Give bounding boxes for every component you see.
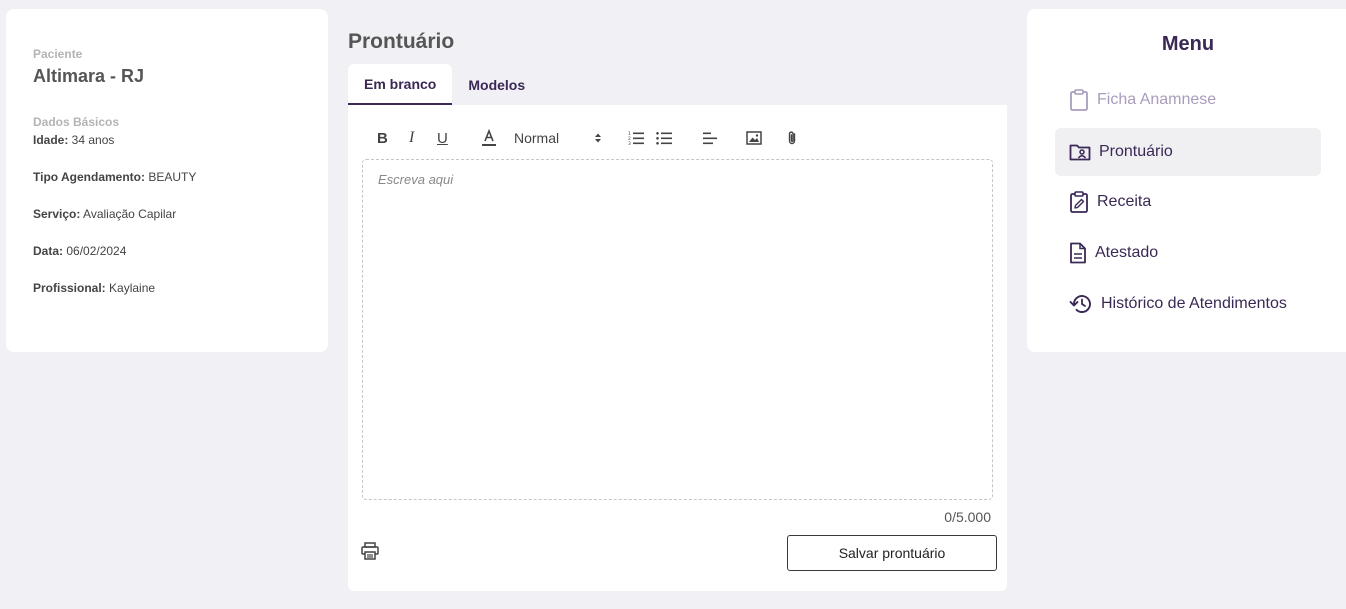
select-arrows-icon xyxy=(595,133,601,143)
tab-modelos[interactable]: Modelos xyxy=(452,64,541,105)
menu-item-prontuario[interactable]: Prontuário xyxy=(1055,128,1321,176)
folder-user-icon xyxy=(1069,144,1091,161)
editor-toolbar: B I U Normal 1 2 3 xyxy=(372,126,993,150)
print-icon[interactable] xyxy=(360,541,380,566)
patient-label: Paciente xyxy=(33,47,83,61)
clipboard-edit-icon xyxy=(1070,191,1088,213)
ordered-list-icon[interactable]: 1 2 3 xyxy=(628,126,644,150)
menu-item-label: Receita xyxy=(1097,193,1152,210)
basic-data-label: Dados Básicos xyxy=(33,115,120,129)
document-icon xyxy=(1070,242,1086,264)
info-professional: Profissional: Kaylaine xyxy=(33,281,156,295)
tabs: Em branco Modelos xyxy=(348,64,541,105)
underline-button[interactable]: U xyxy=(437,126,448,150)
bold-button[interactable]: B xyxy=(377,126,388,150)
svg-text:3: 3 xyxy=(628,141,631,145)
patient-card: Paciente Altimara - RJ Dados Básicos Ida… xyxy=(6,9,328,352)
clipboard-icon xyxy=(1070,89,1088,111)
editor-placeholder: Escreva aqui xyxy=(378,172,454,187)
menu-item-label: Ficha Anamnese xyxy=(1097,91,1217,108)
info-date: Data: 06/02/2024 xyxy=(33,244,127,258)
char-counter: 0/5.000 xyxy=(944,509,991,525)
menu-card: Menu Ficha Anamnese Prontuário Receita A… xyxy=(1027,9,1346,352)
patient-name: Altimara - RJ xyxy=(33,66,145,86)
info-appointment-type: Tipo Agendamento: BEAUTY xyxy=(33,170,197,184)
menu-item-atestado[interactable]: Atestado xyxy=(1055,229,1321,277)
bullet-list-icon[interactable] xyxy=(656,126,672,150)
info-age: Idade: 34 anos xyxy=(33,133,115,147)
menu-item-label: Atestado xyxy=(1095,244,1159,261)
font-size-value: Normal xyxy=(514,130,560,146)
history-icon xyxy=(1069,295,1091,313)
menu-item-historico[interactable]: Histórico de Atendimentos xyxy=(1055,280,1321,328)
menu-item-receita[interactable]: Receita xyxy=(1055,178,1321,226)
font-size-select[interactable]: Normal xyxy=(514,126,602,150)
editor-panel: B I U Normal 1 2 3 Escreva aqui 0/5.000 … xyxy=(348,105,1007,591)
tab-em-branco[interactable]: Em branco xyxy=(348,64,453,105)
align-left-icon[interactable] xyxy=(702,126,718,150)
attach-icon[interactable] xyxy=(786,126,798,150)
info-service: Serviço: Avaliação Capilar xyxy=(33,207,177,221)
save-button[interactable]: Salvar prontuário xyxy=(787,535,997,571)
menu-title: Menu xyxy=(1161,33,1215,55)
menu-item-label: Histórico de Atendimentos xyxy=(1101,295,1287,312)
italic-button[interactable]: I xyxy=(409,126,414,150)
menu-item-label: Prontuário xyxy=(1099,143,1173,160)
menu-item-ficha-anamnese[interactable]: Ficha Anamnese xyxy=(1055,76,1321,124)
text-color-icon[interactable] xyxy=(481,126,497,150)
editor-textarea[interactable]: Escreva aqui xyxy=(362,159,993,500)
image-icon[interactable] xyxy=(746,126,762,150)
page-title: Prontuário xyxy=(348,30,455,53)
